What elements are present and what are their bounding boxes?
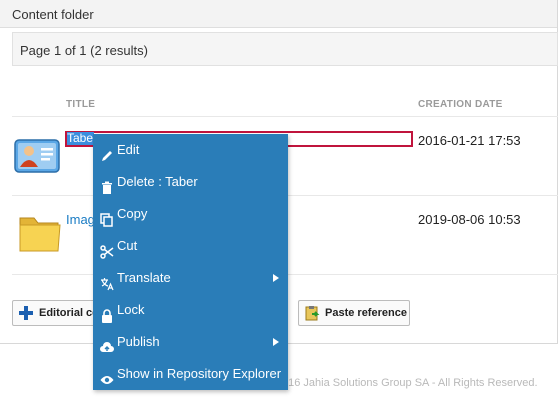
scissors-icon — [100, 239, 114, 259]
editorial-content-label: Editorial content — [39, 307, 95, 319]
menu-item-label: Copy — [117, 206, 148, 221]
menu-item-label: Translate — [117, 270, 171, 285]
paste-icon — [304, 305, 320, 321]
submenu-arrow-icon — [273, 338, 279, 346]
menu-item-label: Show in Repository Explorer — [117, 366, 282, 381]
menu-item-lock[interactable]: Lock — [93, 294, 288, 326]
row-creation-date: 2016-01-21 17:53 — [418, 133, 521, 148]
folder-icon — [17, 208, 63, 254]
pencil-icon — [100, 143, 114, 161]
editorial-content-button[interactable]: Editorial content — [12, 300, 96, 326]
copy-icon — [100, 207, 114, 227]
footer-copyright: 016 Jahia Solutions Group SA - All Right… — [282, 377, 538, 389]
user-card-icon — [14, 137, 60, 175]
menu-item-label: Publish — [117, 334, 160, 349]
menu-item-show-in-repository-explorer[interactable]: Show in Repository Explorer — [93, 358, 288, 390]
trash-icon — [100, 175, 114, 194]
submenu-arrow-icon — [273, 274, 279, 282]
context-menu: Edit Delete : Taber Copy Cut Translate L… — [93, 134, 288, 390]
menu-item-label: Edit — [117, 142, 140, 157]
menu-item-label: Delete : Taber — [117, 174, 198, 189]
menu-item-cut[interactable]: Cut — [93, 230, 288, 262]
row-divider — [12, 116, 558, 117]
column-header-title[interactable]: TITLE — [66, 99, 95, 110]
translate-icon — [100, 271, 114, 291]
paste-reference-label: Paste reference — [325, 307, 407, 319]
column-header-creation-date[interactable]: CREATION DATE — [418, 99, 503, 110]
eye-icon — [100, 367, 114, 384]
menu-item-copy[interactable]: Copy — [93, 198, 288, 230]
cloud-upload-icon — [100, 335, 114, 352]
lock-icon — [100, 303, 114, 323]
paste-reference-button[interactable]: Paste reference — [298, 300, 410, 326]
selected-title-highlight[interactable]: Taber — [67, 132, 94, 145]
pager-status: Page 1 of 1 (2 results) — [12, 32, 558, 66]
row-creation-date: 2019-08-06 10:53 — [418, 212, 521, 227]
menu-item-translate[interactable]: Translate — [93, 262, 288, 294]
menu-item-edit[interactable]: Edit — [93, 134, 288, 166]
plus-icon — [18, 305, 34, 321]
menu-item-delete[interactable]: Delete : Taber — [93, 166, 288, 198]
panel-title: Content folder — [0, 0, 557, 28]
menu-item-label: Cut — [117, 238, 138, 253]
menu-item-publish[interactable]: Publish — [93, 326, 288, 358]
menu-item-label: Lock — [117, 302, 145, 317]
